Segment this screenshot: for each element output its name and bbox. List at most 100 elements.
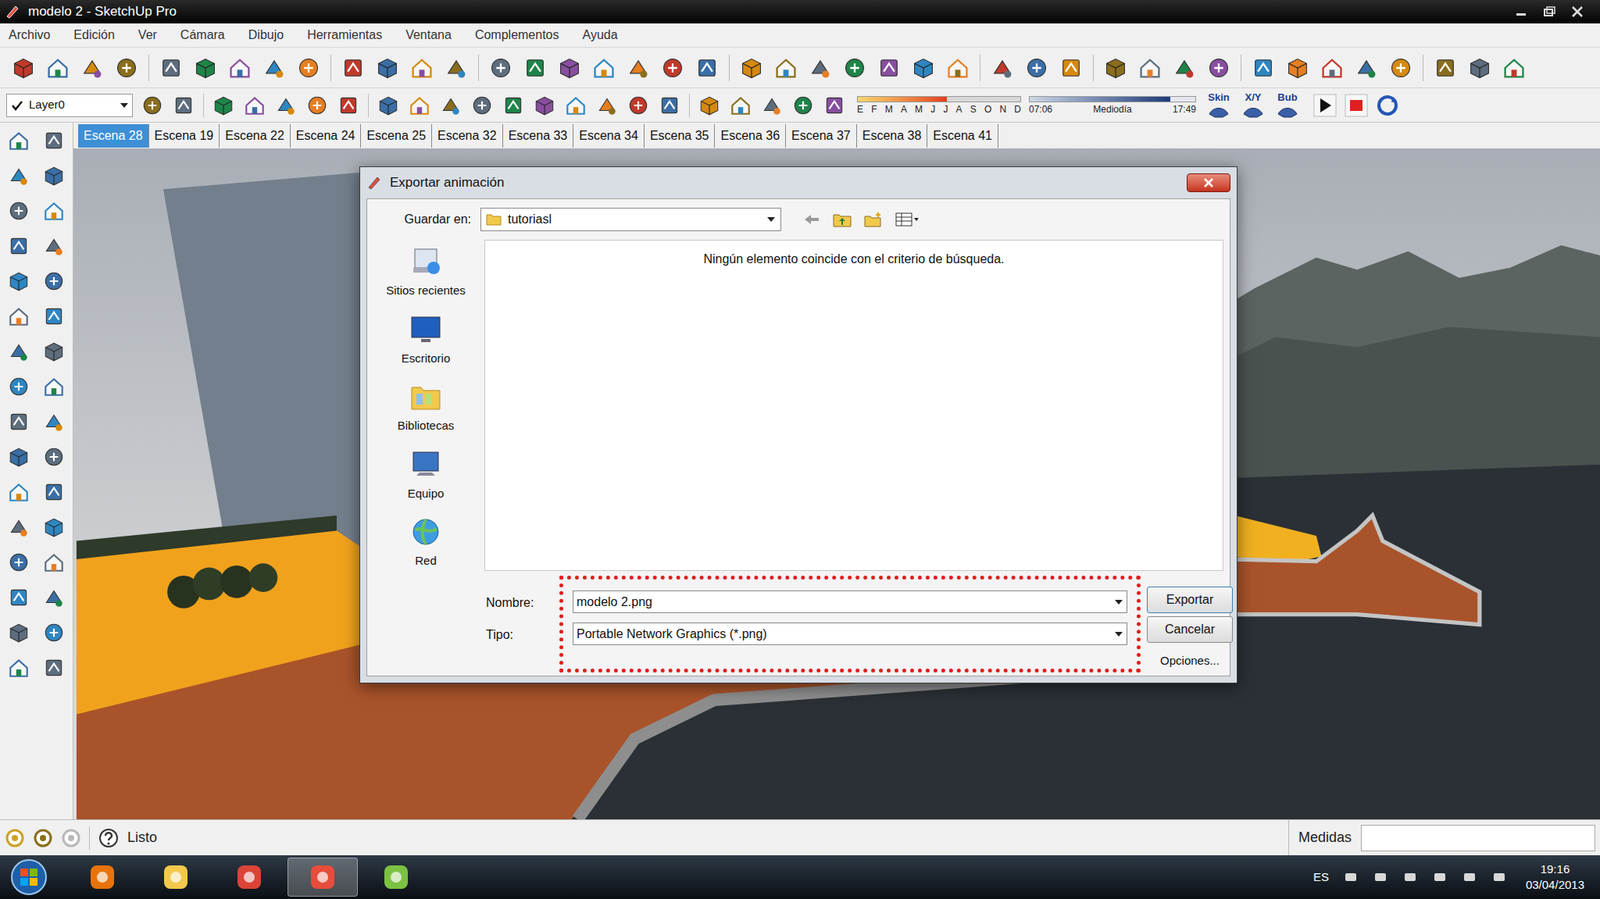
toolbar-tool-icon[interactable] bbox=[407, 93, 432, 118]
measures-field[interactable] bbox=[1360, 825, 1596, 852]
scene-tab[interactable]: Escena 28 bbox=[78, 124, 150, 148]
options-button[interactable]: Opciones... bbox=[1146, 649, 1233, 673]
scene-tab[interactable]: Escena 33 bbox=[503, 124, 575, 148]
scene-tab[interactable]: Escena 22 bbox=[219, 124, 291, 148]
drawing-tool-icon[interactable] bbox=[7, 234, 31, 258]
toolbar-tool-icon[interactable] bbox=[557, 55, 583, 81]
toolbar-tool-icon[interactable] bbox=[532, 93, 557, 118]
drawing-tool-icon[interactable] bbox=[7, 480, 31, 504]
play-icon[interactable] bbox=[1313, 93, 1337, 118]
cancel-button[interactable]: Cancelar bbox=[1146, 616, 1233, 643]
taskbar-app-button[interactable] bbox=[360, 857, 432, 897]
scene-tab[interactable]: Escena 36 bbox=[714, 124, 786, 148]
toolbar-tool-icon[interactable] bbox=[910, 55, 936, 81]
toolbar-tool-icon[interactable] bbox=[791, 93, 815, 118]
geolocation-icon[interactable] bbox=[32, 828, 54, 849]
drawing-tool-icon[interactable] bbox=[42, 550, 66, 575]
menu-item[interactable]: Dibujo bbox=[241, 25, 291, 45]
restore-icon[interactable] bbox=[1542, 5, 1557, 18]
toolbar-tool-icon[interactable] bbox=[626, 93, 650, 118]
drawing-tool-icon[interactable] bbox=[7, 656, 31, 680]
minimize-icon[interactable] bbox=[1514, 5, 1529, 18]
drawing-tool-icon[interactable] bbox=[7, 410, 31, 434]
network-icon[interactable] bbox=[1461, 869, 1478, 886]
toolbar-tool-icon[interactable] bbox=[1388, 55, 1414, 81]
drawing-tool-icon[interactable] bbox=[42, 480, 66, 504]
drawing-tool-icon[interactable] bbox=[42, 515, 66, 540]
drawing-tool-icon[interactable] bbox=[42, 621, 66, 645]
toolbar-tool-icon[interactable] bbox=[501, 93, 525, 118]
place-item[interactable]: Equipo bbox=[407, 447, 445, 504]
toolbar-tool-icon[interactable] bbox=[10, 55, 36, 81]
toolbar-tool-icon[interactable] bbox=[375, 55, 400, 81]
start-button-icon[interactable] bbox=[9, 857, 49, 897]
toolbar-tool-icon[interactable] bbox=[376, 93, 400, 118]
drawing-tool-icon[interactable] bbox=[7, 199, 31, 223]
back-icon[interactable] bbox=[803, 212, 821, 227]
toolbar-tool-icon[interactable] bbox=[728, 93, 753, 118]
menu-item[interactable]: Ver bbox=[131, 25, 165, 45]
layer-visible-checkbox[interactable] bbox=[10, 98, 25, 113]
toolbar-tool-icon[interactable] bbox=[564, 93, 588, 118]
toolbar-tool-icon[interactable] bbox=[842, 55, 868, 81]
drawing-tool-icon[interactable] bbox=[42, 375, 66, 399]
toolbar-tool-icon[interactable] bbox=[1024, 55, 1050, 81]
scene-tab[interactable]: Escena 34 bbox=[573, 124, 645, 148]
new-folder-icon[interactable] bbox=[864, 211, 883, 228]
view-menu-icon[interactable] bbox=[895, 211, 921, 228]
toolbar-tool-icon[interactable] bbox=[140, 93, 165, 118]
toolbar-tool-icon[interactable] bbox=[409, 55, 435, 81]
geolocation-icon[interactable] bbox=[4, 828, 25, 849]
drawing-tool-icon[interactable] bbox=[7, 304, 31, 329]
menu-item[interactable]: Complementos bbox=[467, 25, 567, 45]
taskbar-app-button[interactable] bbox=[287, 857, 358, 897]
toolbar-tool-icon[interactable] bbox=[697, 93, 722, 118]
scene-tab[interactable]: Escena 35 bbox=[644, 124, 716, 148]
toolbar-tool-icon[interactable] bbox=[340, 55, 366, 81]
help-sync-icon[interactable] bbox=[1375, 93, 1400, 118]
drawing-tool-icon[interactable] bbox=[7, 269, 31, 293]
toolbar-tool-icon[interactable] bbox=[261, 55, 287, 81]
stop-icon[interactable] bbox=[1344, 93, 1368, 118]
toolbar-tool-icon[interactable] bbox=[45, 55, 71, 81]
drawing-tool-icon[interactable] bbox=[7, 585, 31, 610]
place-item[interactable]: Bibliotecas bbox=[397, 379, 455, 436]
scene-tab[interactable]: Escena 19 bbox=[149, 124, 221, 148]
toolbar-tool-icon[interactable] bbox=[171, 93, 196, 118]
toolbar-tool-icon[interactable] bbox=[443, 55, 469, 81]
drawing-tool-icon[interactable] bbox=[42, 656, 66, 680]
geolocation-icon[interactable] bbox=[60, 828, 82, 849]
drawing-tool-icon[interactable] bbox=[7, 550, 31, 575]
scene-tab[interactable]: Escena 38 bbox=[857, 124, 929, 148]
dropdown-arrow-icon[interactable] bbox=[766, 216, 776, 223]
shadow-time-slider[interactable]: 07:06Mediodía17:49 bbox=[1028, 96, 1197, 115]
toolbar-tool-icon[interactable] bbox=[760, 93, 784, 118]
drawing-tool-icon[interactable] bbox=[7, 128, 31, 153]
labeled-tool-button[interactable]: Skin bbox=[1207, 92, 1231, 119]
dropdown-arrow-icon[interactable] bbox=[119, 102, 129, 109]
drawing-tool-icon[interactable] bbox=[7, 621, 31, 645]
toolbar-tool-icon[interactable] bbox=[274, 93, 298, 118]
taskbar-app-button[interactable] bbox=[67, 857, 138, 897]
place-item[interactable]: Sitios recientes bbox=[385, 244, 466, 300]
toolbar-tool-icon[interactable] bbox=[114, 55, 140, 81]
toolbar-tool-icon[interactable] bbox=[79, 55, 105, 81]
dialog-close-button[interactable] bbox=[1186, 173, 1231, 193]
toolbar-tool-icon[interactable] bbox=[192, 55, 218, 81]
menu-item[interactable]: Ventana bbox=[398, 25, 459, 45]
drawing-tool-icon[interactable] bbox=[7, 164, 31, 188]
close-icon[interactable] bbox=[1570, 5, 1585, 18]
tray-arrow-icon[interactable] bbox=[1372, 869, 1389, 886]
volume-icon[interactable] bbox=[1491, 869, 1508, 886]
export-button[interactable]: Exportar bbox=[1146, 586, 1233, 614]
toolbar-tool-icon[interactable] bbox=[989, 55, 1015, 81]
place-item[interactable]: Escritorio bbox=[401, 312, 451, 368]
toolbar-tool-icon[interactable] bbox=[595, 93, 619, 118]
drawing-tool-icon[interactable] bbox=[42, 269, 66, 293]
toolbar-tool-icon[interactable] bbox=[1137, 55, 1163, 81]
help-icon[interactable] bbox=[97, 827, 120, 850]
drawing-tool-icon[interactable] bbox=[42, 199, 66, 223]
toolbar-tool-icon[interactable] bbox=[1250, 55, 1276, 81]
toolbar-tool-icon[interactable] bbox=[470, 93, 494, 118]
labeled-tool-button[interactable]: X/Y bbox=[1241, 92, 1265, 119]
